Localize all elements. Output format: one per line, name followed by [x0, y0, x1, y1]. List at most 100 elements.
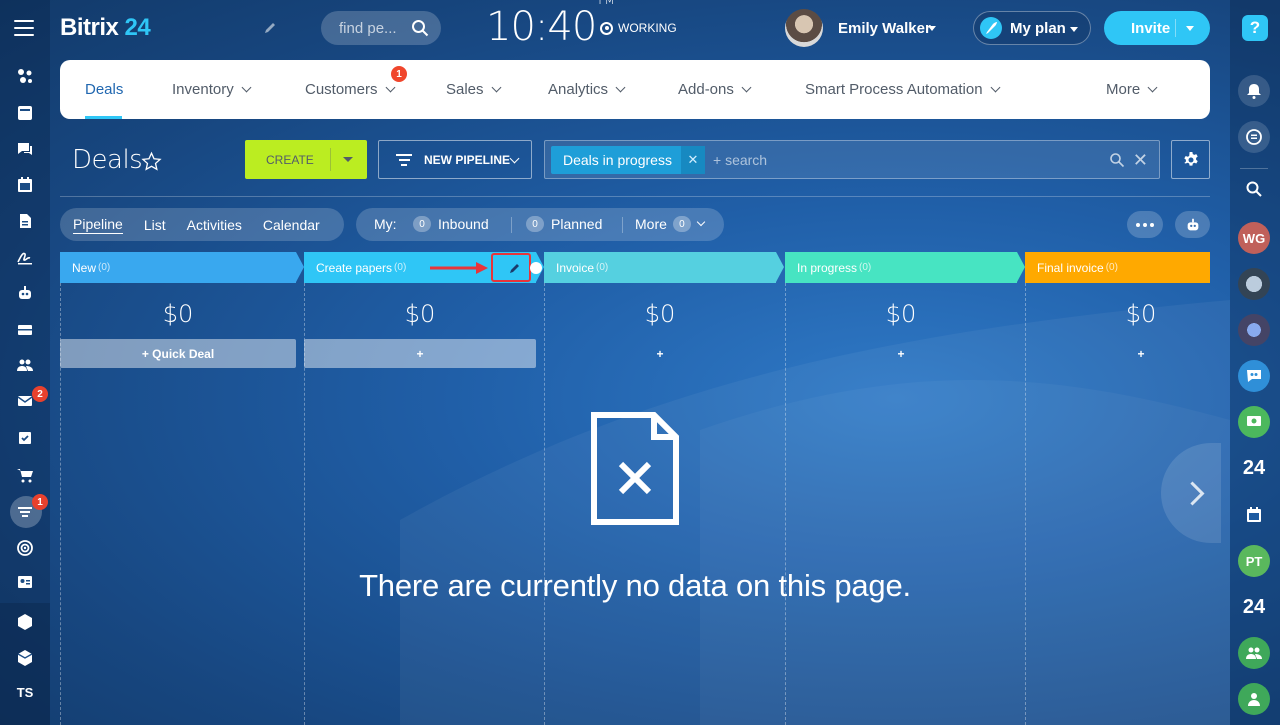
create-button[interactable]: CREATE — [245, 140, 367, 179]
edit-pencil-icon[interactable] — [263, 21, 277, 35]
money-chat-icon[interactable] — [1238, 406, 1270, 438]
add-deal-button[interactable]: + — [785, 339, 1017, 368]
b24-chat-label[interactable]: 24 — [1238, 452, 1270, 484]
chat-icon[interactable] — [0, 134, 50, 164]
inbound-counter[interactable]: 0 Inbound — [413, 216, 489, 232]
column-divider — [60, 283, 61, 725]
invite-button[interactable]: Invite — [1104, 11, 1210, 45]
package-icon[interactable] — [0, 643, 50, 673]
customers-badge: 1 — [391, 66, 407, 82]
help-button[interactable]: ? — [1242, 15, 1268, 41]
robot-icon[interactable] — [0, 278, 50, 308]
column-header[interactable]: New (0) — [60, 252, 304, 283]
filter-chip[interactable]: Deals in progress — [551, 146, 684, 174]
bell-icon[interactable] — [1238, 75, 1270, 107]
column-header[interactable]: In progress (0) — [785, 252, 1025, 283]
cart-icon[interactable] — [0, 460, 50, 490]
calendar-chat-icon[interactable] — [1238, 499, 1270, 531]
edit-stage-button[interactable] — [491, 253, 531, 282]
highlight-arrow-icon — [430, 262, 488, 274]
view-switcher: Pipeline List Activities Calendar — [60, 208, 344, 241]
view-tab-list[interactable]: List — [144, 217, 166, 233]
calendar-icon[interactable] — [0, 170, 50, 200]
tab-smart-process-automation[interactable]: Smart Process Automation — [805, 60, 1001, 119]
scroll-right-arrow-icon[interactable] — [1161, 443, 1221, 543]
column-header[interactable]: Invoice (0) — [544, 252, 784, 283]
column-resize-handle[interactable] — [530, 262, 542, 274]
kanban-column-final-invoice: Final invoice (0) $0 + — [1025, 252, 1210, 361]
user-avatar[interactable] — [785, 9, 823, 47]
star-icon[interactable] — [141, 151, 162, 172]
settings-button[interactable] — [1171, 140, 1210, 179]
column-sum: $0 — [404, 300, 436, 328]
tab-inventory[interactable]: Inventory — [172, 60, 252, 119]
chevron-down-icon[interactable] — [928, 26, 936, 31]
add-deal-button[interactable]: + — [304, 339, 536, 368]
tab-sales[interactable]: Sales — [446, 60, 501, 119]
search-input[interactable]: find pe... — [321, 11, 441, 45]
quick-deal-button[interactable]: + Quick Deal — [60, 339, 296, 368]
filter-search-box[interactable]: Deals in progress ✕ + search ✕ — [544, 140, 1160, 179]
chevron-down-icon — [1186, 26, 1194, 31]
chevron-down-icon — [1147, 82, 1158, 93]
planned-counter[interactable]: 0 Planned — [526, 216, 602, 232]
left-sidebar-bottom: TS — [0, 603, 50, 725]
tab-analytics[interactable]: Analytics — [548, 60, 626, 119]
gear-icon — [1183, 151, 1198, 166]
column-divider — [1025, 283, 1026, 725]
chip-close-icon[interactable]: ✕ — [681, 146, 705, 174]
ts-label[interactable]: TS — [0, 677, 50, 707]
chevron-down-icon — [385, 82, 395, 93]
rocket-icon — [980, 17, 1002, 39]
robots-button[interactable] — [1175, 211, 1210, 238]
add-deal-button[interactable]: + — [544, 339, 776, 368]
view-tab-activities[interactable]: Activities — [187, 217, 242, 233]
drive-icon[interactable] — [0, 314, 50, 344]
empty-document-icon — [591, 412, 679, 525]
status-dot-icon — [600, 21, 613, 35]
view-tab-calendar[interactable]: Calendar — [263, 217, 320, 233]
column-divider — [304, 283, 305, 725]
hamburger-menu-icon[interactable] — [14, 20, 34, 36]
bitrix-logo[interactable]: Bitrix 24 — [60, 14, 151, 42]
feed-icon[interactable] — [0, 98, 50, 128]
search-icon[interactable] — [1238, 173, 1270, 205]
group-icon-2[interactable] — [1238, 683, 1270, 715]
tab-customers[interactable]: Customers — [305, 60, 395, 119]
pipeline-selector[interactable]: NEW PIPELINE — [378, 140, 532, 179]
view-tab-pipeline[interactable]: Pipeline — [73, 216, 123, 234]
column-sum: $0 — [1125, 300, 1157, 328]
messages-icon[interactable] — [1238, 121, 1270, 153]
tab-deals[interactable]: Deals — [85, 60, 123, 119]
add-deal-button[interactable]: + — [1025, 339, 1257, 368]
column-divider — [544, 283, 545, 725]
avatar-wg[interactable]: WG — [1238, 222, 1270, 254]
robot-icon — [1187, 218, 1198, 230]
box-icon[interactable] — [0, 607, 50, 637]
clear-icon[interactable]: ✕ — [1133, 150, 1148, 171]
logo-text: Bitrix — [60, 14, 119, 41]
search-placeholder: find pe... — [339, 19, 397, 37]
filter-search-placeholder[interactable]: + search — [713, 152, 767, 168]
column-header[interactable]: Final invoice (0) — [1025, 252, 1210, 283]
more-counter[interactable]: More 0 — [635, 216, 706, 232]
employees-icon[interactable] — [0, 350, 50, 380]
target-icon[interactable] — [0, 533, 50, 563]
group-icon[interactable] — [1238, 637, 1270, 669]
tab-add-ons[interactable]: Add-ons — [678, 60, 752, 119]
empty-state-message: There are currently no data on this page… — [359, 568, 911, 603]
search-icon[interactable] — [1109, 152, 1125, 168]
more-options-button[interactable] — [1127, 211, 1163, 238]
user-name[interactable]: Emily Walker — [838, 20, 931, 37]
my-plan-button[interactable]: My plan — [973, 11, 1091, 45]
document-icon[interactable] — [0, 206, 50, 236]
signature-icon[interactable] — [0, 242, 50, 272]
work-status[interactable]: WORKING — [600, 21, 677, 35]
chevron-down-icon — [615, 82, 626, 93]
activity-stream-icon[interactable] — [0, 61, 50, 91]
avatar-user[interactable] — [1238, 268, 1270, 300]
tasks-icon[interactable] — [0, 423, 50, 453]
tab-more[interactable]: More — [1106, 60, 1158, 119]
chevron-down-icon — [491, 82, 501, 93]
clock[interactable]: 10:40PM — [486, 0, 615, 50]
